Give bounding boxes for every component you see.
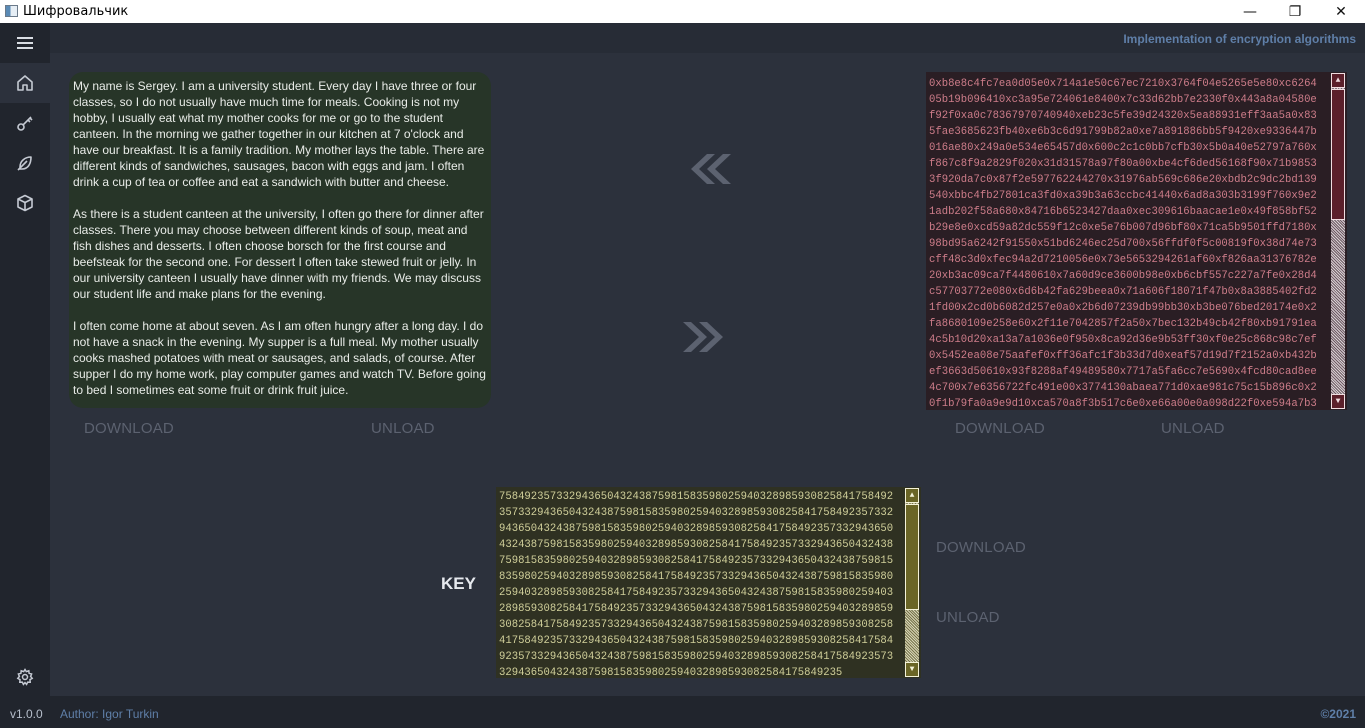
gear-icon bbox=[16, 668, 34, 686]
minimize-button[interactable]: — bbox=[1227, 0, 1273, 23]
author-credit: Author: Igor Turkin bbox=[60, 707, 159, 721]
ciphertext-area[interactable]: 0xb8e8c4fc7ea0d05e0x714a1e50c67ec7210x37… bbox=[926, 72, 1347, 410]
feather-icon bbox=[17, 156, 32, 171]
hamburger-menu-icon bbox=[17, 37, 33, 49]
app-version: v1.0.0 bbox=[10, 707, 43, 721]
decrypt-button[interactable] bbox=[683, 152, 731, 186]
scroll-down-button[interactable]: ▼ bbox=[1331, 394, 1345, 409]
top-bar: Implementation of encryption algorithms bbox=[50, 23, 1365, 53]
double-chevron-left-icon bbox=[691, 154, 731, 184]
key-unload-button[interactable]: UNLOAD bbox=[936, 609, 1000, 626]
sidebar-item-key[interactable] bbox=[0, 103, 50, 143]
close-button[interactable]: ✕ bbox=[1318, 0, 1364, 23]
window-titlebar: Шифровальчик — ❐ ✕ bbox=[0, 0, 1365, 23]
sidebar-item-cube[interactable] bbox=[0, 183, 50, 223]
window-title: Шифровальчик bbox=[23, 4, 129, 19]
key-content: 7584923573329436504324387598158359802594… bbox=[499, 491, 894, 678]
sidebar-item-settings[interactable] bbox=[0, 657, 50, 697]
key-scrollbar[interactable]: ▲ ▼ bbox=[903, 487, 921, 678]
home-icon bbox=[17, 75, 33, 91]
copyright: ©2021 bbox=[1320, 707, 1356, 721]
sidebar-item-home[interactable] bbox=[0, 63, 50, 103]
key-icon bbox=[17, 116, 33, 131]
key-download-button[interactable]: DOWNLOAD bbox=[936, 539, 1026, 556]
sidebar bbox=[0, 23, 50, 696]
plaintext-unload-button[interactable]: UNLOAD bbox=[371, 420, 435, 437]
maximize-button[interactable]: ❐ bbox=[1272, 0, 1318, 23]
scroll-thumb[interactable] bbox=[905, 504, 919, 610]
plaintext-download-button[interactable]: DOWNLOAD bbox=[84, 420, 174, 437]
encrypt-button[interactable] bbox=[683, 320, 731, 354]
ciphertext-download-button[interactable]: DOWNLOAD bbox=[955, 420, 1045, 437]
scroll-down-button[interactable]: ▼ bbox=[905, 662, 919, 677]
cube-icon bbox=[17, 194, 33, 212]
sidebar-item-feather[interactable] bbox=[0, 143, 50, 183]
app-description: Implementation of encryption algorithms bbox=[1123, 32, 1356, 46]
ciphertext-content: 0xb8e8c4fc7ea0d05e0x714a1e50c67ec7210x37… bbox=[929, 78, 1317, 410]
key-label: KEY bbox=[441, 574, 476, 593]
scroll-up-button[interactable]: ▲ bbox=[905, 488, 919, 503]
ciphertext-unload-button[interactable]: UNLOAD bbox=[1161, 420, 1225, 437]
menu-toggle-button[interactable] bbox=[0, 23, 50, 63]
plaintext-area[interactable]: My name is Sergey. I am a university stu… bbox=[69, 72, 491, 408]
plaintext-paragraph: I often come home at about seven. As I a… bbox=[73, 319, 486, 397]
status-bar: v1.0.0 Author: Igor Turkin ©2021 bbox=[0, 696, 1365, 728]
plaintext-paragraph: My name is Sergey. I am a university stu… bbox=[73, 79, 485, 189]
double-chevron-right-icon bbox=[683, 322, 723, 352]
scroll-up-button[interactable]: ▲ bbox=[1331, 73, 1345, 88]
plaintext-paragraph: As there is a student canteen at the uni… bbox=[73, 207, 484, 301]
key-area[interactable]: 7584923573329436504324387598158359802594… bbox=[496, 487, 921, 678]
app-icon bbox=[5, 5, 18, 17]
scroll-thumb[interactable] bbox=[1331, 89, 1345, 220]
ciphertext-scrollbar[interactable]: ▲ ▼ bbox=[1329, 72, 1347, 410]
